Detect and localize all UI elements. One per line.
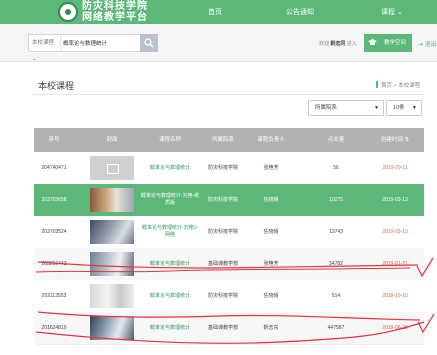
page-title: 本校课程 (38, 81, 75, 91)
cover-image (90, 220, 134, 244)
brand-line-1: 防灾科技学院 (82, 1, 148, 12)
course-cover[interactable] (90, 248, 134, 280)
caret-down-icon: ▼ (412, 105, 417, 111)
header-divider (34, 94, 424, 95)
row-id: 204740471 (41, 164, 67, 171)
row-owner: 张艳芳 (263, 164, 279, 171)
cover-image (90, 284, 134, 308)
course-name-link[interactable]: 概率论与数理统计 (140, 312, 200, 344)
course-name-link[interactable]: 概率论与数理统计 (140, 280, 200, 312)
row-department: 防灾科技学院 (207, 292, 238, 299)
row-department: 基础课教学部 (207, 260, 238, 267)
table-row[interactable]: 203703524 概率论与数理统计-刘艳1-网络 防灾科技学院 任晓晴 137… (34, 216, 424, 249)
user-name: 靳志同 (330, 41, 346, 47)
row-id: 202113553 (41, 292, 67, 299)
row-owner: 任晓晴 (263, 292, 279, 299)
teaching-space-label: 教学空间 (383, 40, 406, 46)
row-owner: 任晓晴 (263, 228, 279, 235)
course-name-link[interactable]: 概率论与数理统计 (140, 152, 200, 184)
search-input[interactable] (63, 35, 143, 51)
welcome-prefix: 欢迎 (319, 41, 330, 47)
nav-course-dropdown[interactable]: 课程 ⌄ (381, 7, 403, 17)
page-size-select[interactable]: 10条 ▼ (386, 100, 422, 116)
col-department: 所属院系 (211, 136, 234, 143)
course-table-header: 序号 封面 课程名称 所属院系 课程负责人 点击量 创建时间 ⇅ (34, 128, 424, 152)
row-created: 2019-03-13 (382, 228, 408, 235)
search-bar-row: 本校课程 ⌄ 欢迎 靳志同 进入 教学空间 ⇥ 退出 (0, 24, 437, 62)
search-box: 本校课程 ⌄ (28, 34, 158, 62)
department-select[interactable]: 所属院系 ▼ (308, 100, 384, 116)
row-created: 2018-10-10 (382, 292, 408, 299)
course-name-link[interactable]: 概率论与数理统计 (140, 248, 200, 280)
search-button[interactable] (140, 34, 158, 52)
nav-notice-link[interactable]: 公告通知 (286, 7, 314, 17)
row-owner: 靳志东 (263, 324, 279, 331)
row-clicks: 514 (331, 292, 341, 299)
table-row[interactable]: 204740471 概率论与数理统计 防灾科技学院 张艳芳 56 2019-09… (34, 152, 424, 185)
caret-down-icon: ▼ (374, 105, 379, 111)
cover-image (90, 188, 134, 212)
row-clicks: 10275 (329, 196, 343, 203)
course-cover[interactable] (90, 152, 134, 184)
course-name-link[interactable]: 概率论与数理统计-刘艳1-网络 (140, 216, 200, 248)
row-owner: 张艳芳 (263, 260, 279, 267)
brand-line-2: 网络教学平台 (82, 12, 148, 23)
col-id: 序号 (48, 136, 60, 143)
row-clicks: 447587 (327, 324, 345, 331)
logout-link[interactable]: ⇥ 退出 (418, 39, 437, 48)
course-cover[interactable] (90, 216, 134, 248)
logout-label: 退出 (424, 42, 437, 48)
course-cover[interactable] (90, 312, 134, 344)
row-id: 203256442 (41, 260, 67, 267)
image-placeholder-icon (90, 156, 134, 180)
page-size-value: 10条 (393, 105, 405, 111)
table-row[interactable]: 203703658 概率论与数理统计-刘艳-纸质版 防灾科技学院 任晓晴 102… (34, 184, 424, 217)
welcome-text: 欢迎 靳志同 进入 (319, 40, 357, 47)
search-scope-select[interactable]: 本校课程 ⌄ (29, 35, 61, 62)
logout-icon: ⇥ (418, 42, 424, 48)
row-id: 201624810 (41, 324, 67, 331)
col-cover: 封面 (106, 136, 118, 143)
row-created: 2018-06-28 (382, 324, 408, 331)
row-created: 2019-01-21 (382, 260, 408, 267)
cover-image (90, 316, 134, 340)
row-department: 防灾科技学院 (207, 228, 238, 235)
breadcrumb-text: 首页 > 本校课程 (381, 83, 421, 89)
brand-title[interactable]: 防灾科技学院 网络教学平台 (82, 1, 148, 23)
department-select-value: 所属院系 (315, 105, 338, 111)
row-created: 2019-09-11 (382, 164, 408, 171)
nav-home-link[interactable]: 首页 (208, 7, 222, 17)
cover-image (90, 252, 134, 276)
col-owner: 课程负责人 (257, 136, 285, 143)
row-id: 203703658 (41, 196, 67, 203)
row-department: 基础课教学部 (207, 324, 238, 331)
course-cover[interactable] (90, 280, 134, 312)
col-course-name: 课程名称 (158, 136, 181, 143)
graduation-cap-icon (368, 39, 377, 45)
row-department: 防灾科技学院 (207, 196, 238, 203)
row-owner: 任晓晴 (263, 196, 279, 203)
breadcrumb[interactable]: 首页 > 本校课程 (376, 81, 420, 89)
row-department: 防灾科技学院 (207, 164, 238, 171)
teaching-space-button[interactable]: 教学空间 (364, 34, 412, 52)
school-logo-icon[interactable] (58, 2, 78, 22)
table-row[interactable]: 203256442 概率论与数理统计 基础课教学部 张艳芳 34782 2019… (34, 248, 424, 281)
table-row[interactable]: 202113553 概率论与数理统计 防灾科技学院 任晓晴 514 2018-1… (34, 280, 424, 313)
course-cover[interactable] (90, 184, 134, 216)
row-clicks: 56 (333, 164, 339, 171)
row-clicks: 34782 (329, 260, 343, 267)
course-name-link[interactable]: 概率论与数理统计-刘艳-纸质版 (140, 184, 200, 216)
enter-label: 进入 (346, 41, 357, 47)
top-nav-bar: 防灾科技学院 网络教学平台 首页 公告通知 课程 ⌄ (0, 0, 437, 24)
col-created-sortable[interactable]: 创建时间 ⇅ (366, 128, 424, 152)
row-created: 2019-03-13 (382, 196, 408, 203)
row-id: 203703524 (41, 228, 67, 235)
table-row[interactable]: 201624810 概率论与数理统计 基础课教学部 靳志东 447587 201… (34, 312, 424, 345)
breadcrumb-marker (376, 81, 378, 88)
row-clicks: 13743 (329, 228, 343, 235)
search-icon (144, 38, 154, 48)
col-clicks: 点击量 (327, 136, 345, 143)
